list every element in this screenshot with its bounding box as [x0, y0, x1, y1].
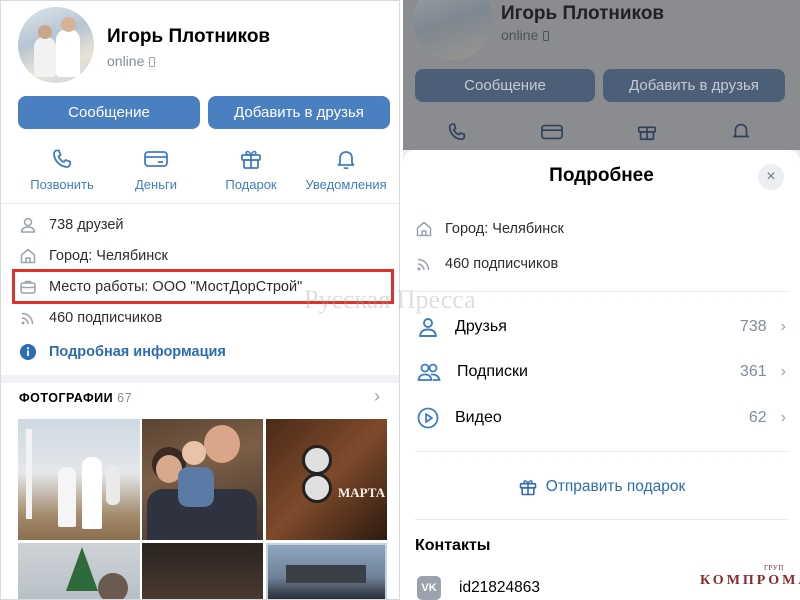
friends-label: Друзья [455, 318, 507, 335]
photo-thumbnail[interactable] [142, 419, 263, 540]
photos-count: 67 [117, 391, 133, 405]
notifications-action[interactable]: Уведомления [301, 147, 391, 192]
photo-thumbnail[interactable] [18, 543, 140, 599]
chevron-right-icon: › [780, 409, 786, 426]
home-icon [416, 221, 432, 237]
rss-icon [417, 258, 430, 271]
friends-icon [419, 318, 437, 337]
subscriptions-value: 361 [739, 363, 767, 380]
sheet-followers-row[interactable]: 460 подписчиков [415, 255, 558, 273]
dimmed-add-friend-button: Добавить в друзья [603, 69, 785, 102]
video-item[interactable]: Видео 62 › [417, 403, 786, 433]
friends-value: 738 [739, 318, 767, 335]
video-icon [417, 407, 439, 429]
details-link[interactable]: Подробная информация [19, 343, 226, 361]
profile-name: Игорь Плотников [107, 26, 271, 47]
kompromat-group-text: ГРУП [764, 564, 784, 572]
city-row: Город: Челябинск [19, 247, 168, 265]
home-icon [20, 248, 36, 264]
dimmed-profile-header: Игорь Плотников online Сообщение Добавит… [403, 0, 800, 150]
money-icon [144, 151, 168, 167]
friends-row[interactable]: 738 друзей [19, 216, 123, 234]
dimmed-online-status: online [501, 27, 550, 43]
sheet-city-text: Город: Челябинск [445, 221, 564, 237]
subscriptions-item[interactable]: Подписки 361 › [417, 357, 786, 387]
photo-thumbnail[interactable]: МАРТА [266, 419, 387, 540]
city-text: Город: Челябинск [49, 248, 168, 264]
profile-avatar[interactable] [18, 7, 94, 83]
dimmed-money-icon [541, 124, 563, 140]
photo-thumbnail[interactable] [18, 419, 140, 540]
photo-thumbnail[interactable] [142, 543, 263, 599]
mobile-icon [149, 57, 156, 67]
send-gift-button[interactable]: Отправить подарок [403, 477, 800, 497]
section-gap [1, 375, 399, 383]
followers-row[interactable]: 460 подписчиков [19, 309, 162, 327]
close-button[interactable]: × [758, 164, 784, 190]
dimmed-profile-name: Игорь Плотников [501, 3, 665, 24]
user-icon [20, 217, 36, 233]
friends-item[interactable]: Друзья 738 › [417, 312, 786, 342]
sheet-city-row: Город: Челябинск [415, 220, 564, 238]
vk-icon: VK [417, 576, 441, 600]
video-value: 62 [748, 409, 767, 426]
subscriptions-label: Подписки [457, 363, 528, 380]
send-gift-label: Отправить подарок [545, 478, 686, 495]
photos-header[interactable]: ФОТОГРАФИИ 67 [19, 391, 132, 405]
chevron-right-icon: › [780, 363, 786, 380]
chevron-right-icon: › [780, 318, 786, 335]
chevron-right-icon[interactable]: › [374, 386, 380, 407]
dimmed-avatar [413, 0, 493, 60]
dimmed-gift-icon [637, 126, 657, 141]
divider [1, 203, 399, 204]
gift-action-label: Подарок [225, 177, 277, 192]
info-icon [20, 344, 36, 360]
friends-count: 738 друзей [49, 217, 124, 233]
video-label: Видео [455, 409, 502, 426]
contacts-title: Контакты [415, 537, 491, 554]
money-action-label: Деньги [135, 177, 177, 192]
gift-icon [241, 150, 261, 169]
gift-action[interactable]: Подарок [206, 147, 296, 192]
dimmed-bell-icon [732, 123, 750, 138]
press-watermark: Русская Пресса [304, 285, 476, 314]
message-button[interactable]: Сообщение [18, 96, 200, 129]
online-status: online [107, 53, 156, 69]
dimmed-message-button: Сообщение [415, 69, 595, 102]
divider [415, 451, 788, 452]
phone-icon [53, 149, 71, 168]
photo-thumbnail[interactable] [266, 543, 387, 599]
divider [415, 519, 788, 520]
call-action-label: Позвонить [30, 177, 94, 192]
bell-icon [337, 151, 355, 170]
vk-id: id21824863 [459, 579, 541, 596]
gift-icon [519, 480, 537, 496]
vk-contact-row[interactable]: VK id21824863 [417, 576, 540, 600]
details-link-label: Подробная информация [49, 344, 226, 360]
subscriptions-icon [417, 363, 441, 381]
rss-icon [21, 312, 34, 325]
add-friend-button[interactable]: Добавить в друзья [208, 96, 390, 129]
followers-count: 460 подписчиков [49, 310, 163, 326]
dimmed-phone-icon [448, 123, 466, 141]
sheet-title: Подробнее [549, 165, 654, 186]
money-action[interactable]: Деньги [111, 147, 201, 192]
call-action[interactable]: Позвонить [17, 147, 107, 192]
kompromat-watermark: КОМПРОМАТГРУП [700, 564, 800, 588]
notifications-action-label: Уведомления [305, 177, 387, 192]
sheet-followers-text: 460 подписчиков [445, 256, 559, 272]
details-sheet: Подробнее × Город: Челябинск 460 подписч… [403, 150, 800, 600]
photo-overlay-text: МАРТА [338, 485, 386, 500]
